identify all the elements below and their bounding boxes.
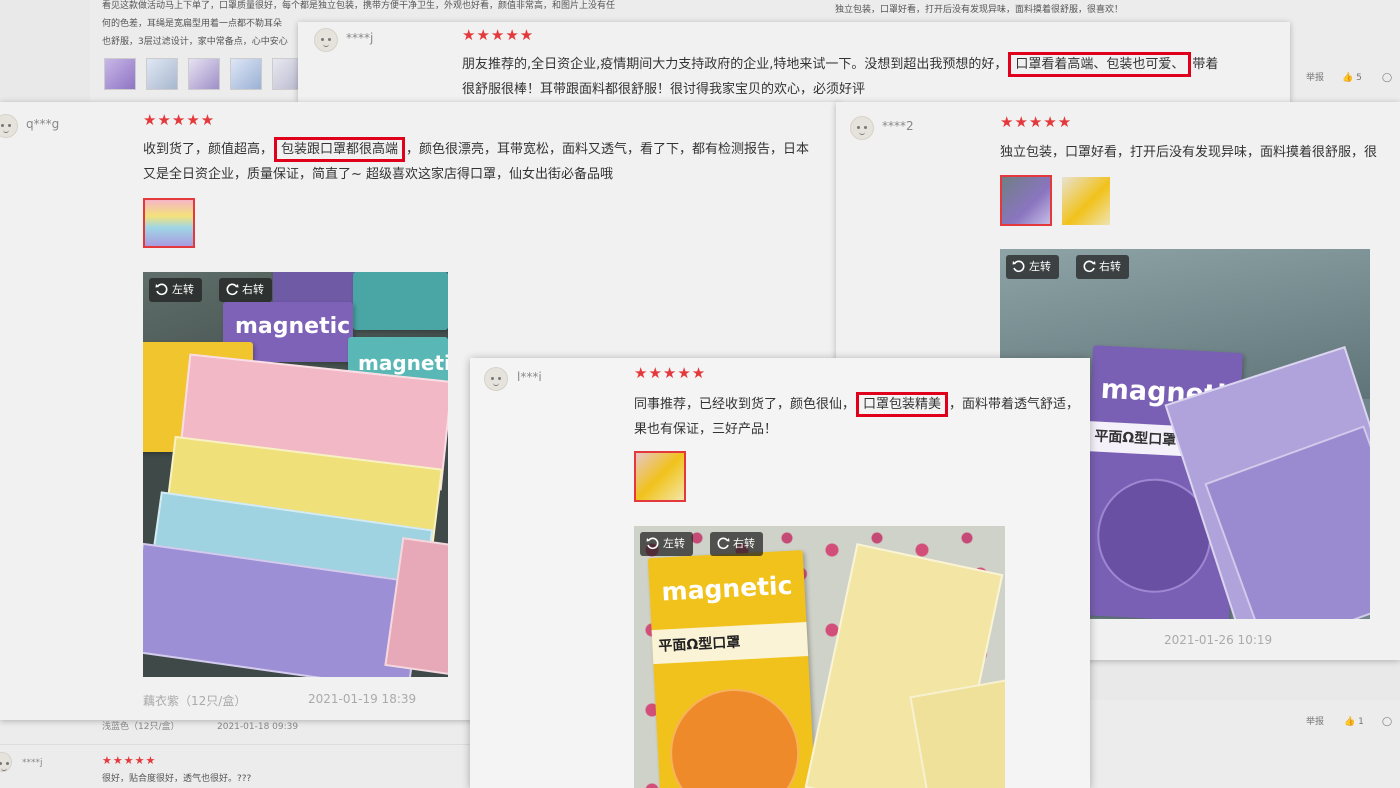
thumbs-up-icon: 👍	[1344, 717, 1356, 727]
rotate-right-label: 右转	[733, 537, 755, 550]
report-link[interactable]: 举报	[1306, 70, 1324, 87]
rotate-right-icon	[717, 537, 730, 550]
review-date: 2021-01-19 18:39	[308, 692, 417, 706]
username: ****2	[882, 119, 914, 133]
rating-stars: ★★★★★	[1000, 113, 1073, 131]
review-text-line2: 果也有保证，三好产品！	[634, 422, 778, 437]
user-avatar	[0, 114, 18, 138]
report-link[interactable]: 举报	[1306, 714, 1324, 731]
like-button[interactable]: 👍 5	[1342, 70, 1362, 87]
review-date: 2021-01-26 10:19	[1164, 633, 1273, 647]
bg-review-text-line-1: 看见这款做活动马上下单了，口罩质量很好，每个都是独立包装，携带方便干净卫生，外观…	[102, 1, 616, 11]
photo-box-brand: magnetic	[235, 314, 351, 339]
review-text-part: 朋友推荐的,全日资企业,疫情期间大力支持政府的企业,特地来试一下。没想到超出我预…	[462, 57, 1008, 72]
highlight-box: 口罩包装精美	[856, 392, 949, 417]
rotate-right-label: 右转	[1099, 260, 1121, 273]
photo-box-teal-back	[353, 272, 448, 330]
photo-box-brand: magnetic	[358, 351, 448, 375]
review-thumbnail[interactable]	[634, 451, 686, 502]
bg-variant-label: 浅蓝色（12只/盒）	[102, 722, 180, 732]
username: l***i	[517, 370, 542, 384]
rotate-right-button[interactable]: 右转	[710, 532, 763, 556]
review-card-i: l***i ★★★★★ 同事推荐，已经收到货了，颜色很仙， 口罩包装精美 ，面料带着…	[470, 358, 1090, 788]
rotate-right-icon	[1083, 260, 1096, 273]
photo-box-brand: magnetic	[660, 570, 794, 607]
username: ****j	[346, 31, 374, 45]
review-text-part: 收到货了，颜值超高，	[143, 142, 274, 157]
like-count: 5	[1356, 73, 1362, 83]
bg-review-text: 很好，贴合度很好，透气也很好。???	[102, 774, 252, 784]
rating-stars: ★★★★★	[143, 111, 216, 129]
rotate-right-button[interactable]: 右转	[1076, 255, 1129, 279]
rotate-left-icon	[1012, 260, 1025, 273]
bg-review-right-text: 独立包装，口罩好看，打开后没有发现异味，面料摸着很舒服，很喜欢！	[835, 5, 1124, 15]
review-thumbnail[interactable]	[143, 198, 195, 248]
user-avatar	[0, 752, 12, 772]
photo-mask-yellow-2	[909, 677, 1005, 788]
bg-date: 2021-01-18 09:39	[217, 722, 299, 732]
bg-review-thumb[interactable]	[104, 58, 136, 90]
bg-username: ****j	[22, 758, 43, 768]
rotate-right-button[interactable]: 右转	[219, 278, 272, 302]
review-text: 收到货了，颜值超高， 包装跟口罩都很高端 ，颜色很漂亮，耳带宽松，面料又透气，看了下…	[143, 137, 840, 187]
rotate-right-label: 右转	[242, 283, 264, 296]
review-text-part: ，颜色很漂亮，耳带宽松，面料又透气，看了下，都有检测报告，日本	[406, 142, 810, 157]
highlight-box: 包装跟口罩都很高端	[274, 137, 406, 162]
review-text-part: 带着	[1192, 57, 1219, 72]
rotate-left-label: 左转	[663, 537, 685, 550]
rotate-left-icon	[155, 283, 168, 296]
rating-stars: ★★★★★	[634, 364, 707, 382]
review-text: 朋友推荐的,全日资企业,疫情期间大力支持政府的企业,特地来试一下。没想到超出我预…	[462, 52, 1282, 102]
divider	[0, 744, 470, 745]
highlight-box: 口罩看着高端、包装也可爱、	[1008, 52, 1192, 77]
rotate-left-button[interactable]: 左转	[640, 532, 693, 556]
like-button[interactable]: 👍 1	[1344, 714, 1364, 731]
thumbs-up-icon: 👍	[1342, 73, 1354, 83]
username: q***g	[26, 117, 60, 131]
review-text-part: 同事推荐，已经收到货了，颜色很仙，	[634, 397, 856, 412]
rotate-right-icon	[226, 283, 239, 296]
photo-box-name: 平面Ω型口罩	[1093, 428, 1177, 449]
photo-box-emblem	[666, 685, 803, 788]
rotate-left-label: 左转	[172, 283, 194, 296]
review-text: 独立包装，口罩好看，打开后没有发现异味，面料摸着很舒服，很	[1000, 145, 1378, 160]
review-text-line2: 很舒服很棒！耳带跟面料都很舒服！很讨得我家宝贝的欢心，必须好评	[462, 82, 866, 97]
bg-review-thumb[interactable]	[146, 58, 178, 90]
review-text-part: ，面料带着透气舒适，	[949, 397, 1080, 412]
rating-stars: ★★★★★	[102, 754, 157, 767]
photo-box-name: 平面Ω型口罩	[658, 634, 741, 655]
bg-review-text-line-3: 也舒服，3层过滤设计，家中常备点，心中安心	[102, 37, 288, 47]
like-count: 1	[1358, 717, 1364, 727]
rotate-left-button[interactable]: 左转	[149, 278, 202, 302]
review-text: 同事推荐，已经收到货了，颜色很仙， 口罩包装精美 ，面料带着透气舒适， 果也有保证，…	[634, 392, 1090, 442]
bg-review-thumb[interactable]	[230, 58, 262, 90]
photo-box-name-band: 平面Ω型口罩	[651, 622, 809, 665]
review-thumbnail[interactable]	[1000, 175, 1052, 226]
review-text-line2: 又是全日资企业，质量保证，简直了~ 超级喜欢这家店得口罩，仙女出街必备品哦	[143, 167, 614, 182]
review-photo[interactable]: magnetic 平面Ω型口罩 左转 右转	[634, 526, 1005, 788]
rotate-left-icon	[646, 537, 659, 550]
comment-icon[interactable]: ◯	[1382, 714, 1392, 731]
review-thumbnail[interactable]	[1062, 177, 1110, 225]
user-avatar	[850, 116, 874, 140]
user-avatar	[314, 28, 338, 52]
user-avatar	[484, 367, 508, 391]
photo-box-yellow: magnetic 平面Ω型口罩	[647, 550, 816, 788]
rating-stars: ★★★★★	[462, 26, 535, 44]
review-card-j: ****j ★★★★★ 朋友推荐的,全日资企业,疫情期间大力支持政府的企业,特地…	[298, 22, 1290, 102]
rotate-left-label: 左转	[1029, 260, 1051, 273]
rotate-left-button[interactable]: 左转	[1006, 255, 1059, 279]
bg-review-thumb[interactable]	[188, 58, 220, 90]
variant-label: 藕衣紫（12只/盒）	[143, 694, 247, 708]
comment-icon[interactable]: ◯	[1382, 70, 1392, 87]
review-photo[interactable]: magnetic magnetic 左转 右转	[143, 272, 448, 677]
